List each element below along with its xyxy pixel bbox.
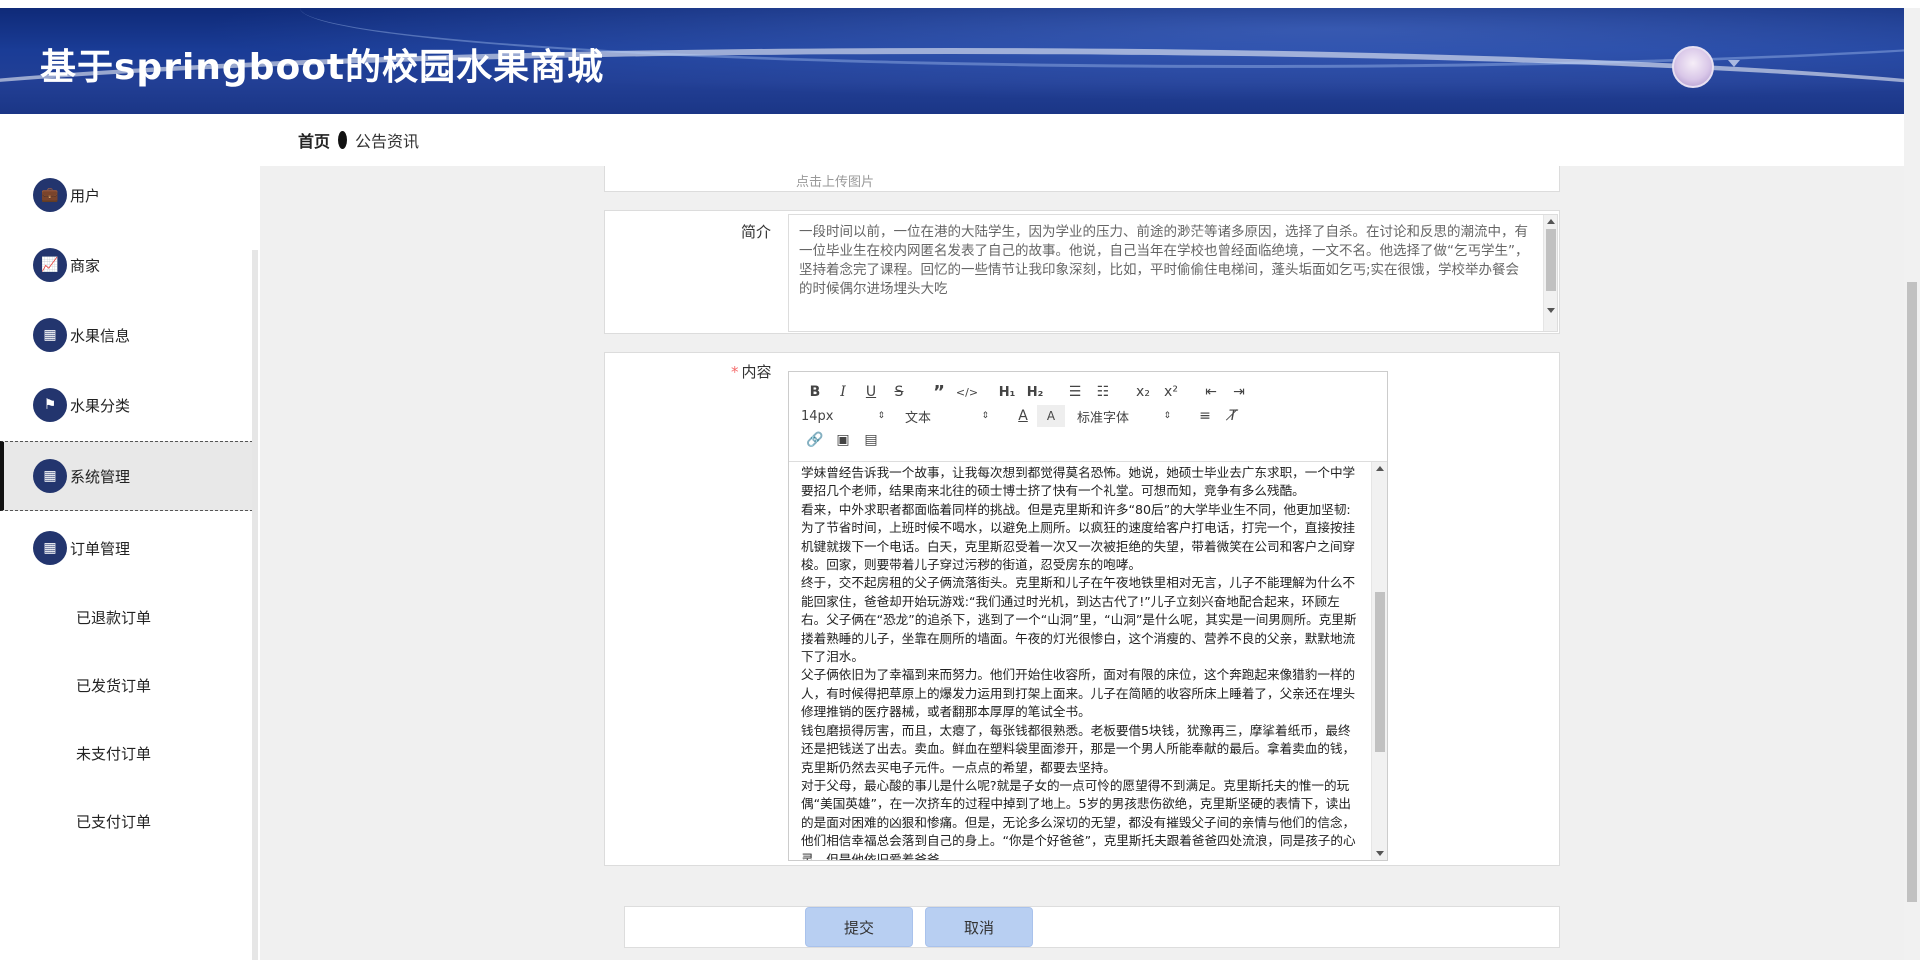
scroll-thumb[interactable] (1546, 229, 1556, 291)
subscript-icon[interactable]: x₂ (1129, 381, 1157, 403)
heading2-icon[interactable]: H₂ (1021, 381, 1049, 403)
content-label: * 内容 (731, 361, 772, 382)
scroll-down-icon[interactable] (1547, 308, 1555, 313)
scroll-up-icon[interactable] (1547, 219, 1555, 224)
sidebar-subitem-refunded[interactable]: 已退款订单 (76, 607, 151, 628)
scroll-thumb[interactable] (1375, 592, 1385, 752)
sidebar-subitem-shipped[interactable]: 已发货订单 (76, 675, 151, 696)
indent-icon[interactable]: ⇥ (1225, 381, 1253, 403)
editor-paragraph: 钱包磨损得厉害，而且，太瘪了，每张钱都很熟悉。老板要借5块钱，犹豫再三，摩挲着纸… (801, 722, 1356, 775)
code-block-icon[interactable]: </> (953, 381, 981, 403)
summary-textarea[interactable]: 一段时间以前，一位在港的大陆学生，因为学业的压力、前途的渺茫等诸多原因，选择了自… (788, 214, 1558, 332)
sidebar-item-label: 水果分类 (70, 396, 131, 415)
editor-paragraph: 看来，中外求职者都面临着同样的挑战。但是克里斯和许多“80后”的大学毕业生不同，… (801, 501, 1356, 573)
sidebar-item-system[interactable]: ▦ 系统管理 (0, 441, 258, 511)
main-content: 点击上传图片 简介 一段时间以前，一位在港的大陆学生，因为学业的压力、前途的渺茫… (260, 166, 1904, 960)
image-icon[interactable]: ▣ (829, 429, 857, 451)
summary-label: 简介 (741, 223, 772, 241)
sidebar-item-label: 系统管理 (70, 467, 131, 486)
editor-paragraph: 终于，交不起房租的父子俩流落街头。克里斯和儿子在午夜地铁里相对无言，儿子不能理解… (801, 575, 1357, 665)
content-label-text: 内容 (741, 363, 772, 381)
required-marker: * (731, 363, 739, 381)
align-icon[interactable]: ≡ (1191, 405, 1219, 427)
sidebar-item-label: 商家 (70, 256, 101, 275)
block-format-select[interactable]: 文本 ⇕ (905, 407, 989, 426)
editor-content[interactable]: 学妹曾经告诉我一个故事，让我每次想到都觉得莫名恐怖。她说，她硕士毕业去广东求职，… (789, 462, 1387, 860)
toolbar-row-3: 🔗 ▣ ▤ (801, 428, 1377, 452)
updown-icon: ⇕ (1163, 411, 1171, 421)
scroll-up-icon[interactable] (1376, 466, 1384, 471)
superscript-icon[interactable]: x² (1157, 381, 1185, 403)
font-size-value: 14px (801, 408, 834, 424)
editor-paragraph: 学妹曾经告诉我一个故事，让我每次想到都觉得莫名恐怖。她说，她硕士毕业去广东求职，… (801, 465, 1356, 499)
sidebar-subitem-paid[interactable]: 已支付订单 (76, 811, 151, 832)
strikethrough-icon[interactable]: S (885, 381, 913, 403)
grid-icon: ▦ (33, 318, 67, 352)
sidebar-item-label: 订单管理 (70, 539, 131, 558)
link-icon[interactable]: 🔗 (801, 429, 829, 451)
underline-icon[interactable]: U (857, 381, 885, 403)
editor-toolbar: B I U S ” </> H₁ H₂ ☰ ☷ x₂ x² ⇤ ⇥ 14px ⇕… (789, 372, 1387, 462)
sidebar-item-orders[interactable]: ▦ 订单管理 (0, 513, 258, 583)
updown-icon: ⇕ (877, 411, 885, 421)
blockquote-icon[interactable]: ” (925, 381, 953, 403)
ordered-list-icon[interactable]: ☰ (1061, 381, 1089, 403)
sidebar-item-merchants[interactable]: 📈 商家 (0, 230, 258, 300)
upload-hint[interactable]: 点击上传图片 (796, 171, 874, 190)
bullet-list-icon[interactable]: ☷ (1089, 381, 1117, 403)
summary-panel: 简介 一段时间以前，一位在港的大陆学生，因为学业的压力、前途的渺茫等诸多原因，选… (604, 210, 1560, 334)
editor-scrollbar[interactable] (1371, 462, 1387, 860)
rich-text-editor: B I U S ” </> H₁ H₂ ☰ ☷ x₂ x² ⇤ ⇥ 14px ⇕… (788, 371, 1388, 861)
sidebar-scrollbar[interactable] (252, 250, 258, 960)
page-scrollbar[interactable] (1904, 8, 1920, 960)
chevron-down-icon[interactable] (1728, 60, 1740, 67)
editor-paragraph: 父子俩依旧为了幸福到来而努力。他们开始住收容所，面对有限的床位，这个奔跑起来像猎… (801, 667, 1356, 720)
scroll-thumb[interactable] (1907, 282, 1917, 902)
background-color-icon[interactable]: A (1037, 405, 1065, 427)
breadcrumb-separator-icon (338, 131, 348, 149)
heading1-icon[interactable]: H₁ (993, 381, 1021, 403)
cancel-button[interactable]: 取消 (925, 907, 1033, 947)
clear-format-icon[interactable]: T̸ (1219, 405, 1247, 427)
user-avatar[interactable] (1672, 46, 1714, 88)
flag-icon: ⚑ (33, 388, 67, 422)
briefcase-icon: 💼 (33, 178, 67, 212)
grid-icon: ▦ (33, 459, 67, 493)
scroll-down-icon[interactable] (1376, 851, 1384, 856)
sidebar-subitem-unpaid[interactable]: 未支付订单 (76, 743, 151, 764)
bold-icon[interactable]: B (801, 381, 829, 403)
breadcrumb: 首页 公告资讯 (260, 114, 1904, 166)
breadcrumb-current: 公告资讯 (355, 132, 420, 151)
content-panel: * 内容 B I U S ” </> H₁ H₂ ☰ ☷ x₂ x² ⇤ ⇥ 1… (604, 352, 1560, 866)
app-header: 基于springboot的校园水果商城 (0, 8, 1904, 114)
toolbar-row-2: 14px ⇕ 文本 ⇕ A A 标准字体 ⇕ ≡ T̸ (801, 404, 1377, 428)
sidebar-item-label: 水果信息 (70, 326, 131, 345)
font-size-select[interactable]: 14px ⇕ (801, 409, 885, 424)
sidebar: 💼 用户 📈 商家 ▦ 水果信息 ⚑ 水果分类 ▦ 系统管理 ▦ 订单管理 已退… (0, 166, 260, 960)
editor-paragraph: 对于父母，最心酸的事儿是什么呢?就是子女的一点可怜的愿望得不到满足。克里斯托夫的… (801, 777, 1356, 860)
sidebar-item-users[interactable]: 💼 用户 (0, 160, 258, 230)
sidebar-item-fruit-info[interactable]: ▦ 水果信息 (0, 300, 258, 370)
outdent-icon[interactable]: ⇤ (1197, 381, 1225, 403)
updown-icon: ⇕ (981, 411, 989, 421)
italic-icon[interactable]: I (829, 381, 857, 403)
breadcrumb-home[interactable]: 首页 (298, 128, 330, 152)
font-family-select[interactable]: 标准字体 ⇕ (1077, 407, 1171, 426)
font-family-value: 标准字体 (1077, 410, 1130, 426)
grid-icon: ▦ (33, 531, 67, 565)
toolbar-row-1: B I U S ” </> H₁ H₂ ☰ ☷ x₂ x² ⇤ ⇥ (801, 380, 1377, 404)
save-icon[interactable]: ▤ (857, 429, 885, 451)
summary-scrollbar[interactable] (1543, 215, 1557, 331)
font-color-icon[interactable]: A (1009, 405, 1037, 427)
chart-icon: 📈 (33, 248, 67, 282)
sidebar-item-fruit-category[interactable]: ⚑ 水果分类 (0, 370, 258, 440)
submit-button[interactable]: 提交 (805, 907, 913, 947)
app-title: 基于springboot的校园水果商城 (40, 47, 605, 88)
summary-text: 一段时间以前，一位在港的大陆学生，因为学业的压力、前途的渺茫等诸多原因，选择了自… (799, 224, 1529, 297)
form-actions: 提交 取消 (624, 906, 1560, 948)
block-format-value: 文本 (905, 410, 932, 426)
sidebar-item-label: 用户 (70, 186, 101, 205)
upload-panel: 点击上传图片 (604, 166, 1560, 192)
